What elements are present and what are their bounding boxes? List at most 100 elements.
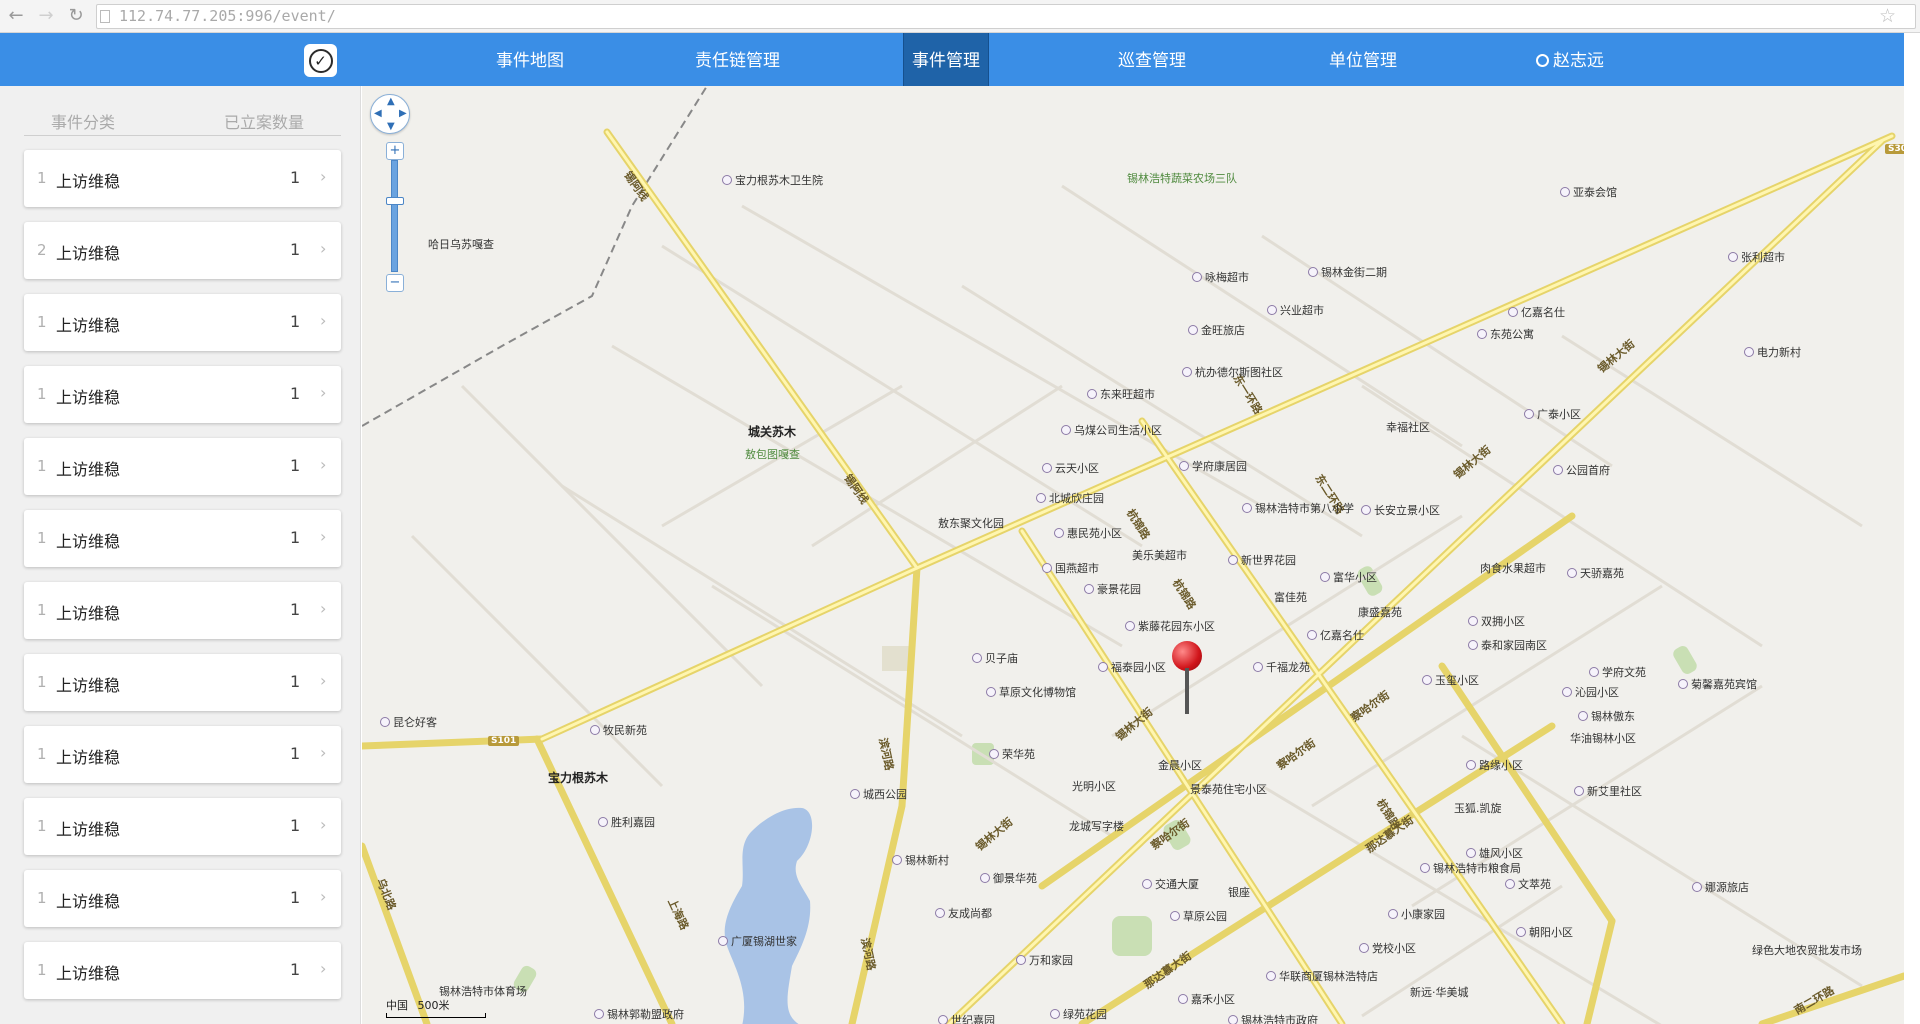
- map-poi-label[interactable]: 文萃苑: [1505, 878, 1551, 891]
- map-poi-label[interactable]: 菊馨嘉苑宾馆: [1678, 678, 1757, 691]
- map-poi-label[interactable]: 城西公园: [850, 788, 907, 801]
- map-poi-label[interactable]: 胜利嘉园: [598, 816, 655, 829]
- pan-up-icon[interactable]: ▲: [387, 96, 395, 107]
- map-poi-label[interactable]: 云天小区: [1042, 462, 1099, 475]
- map-poi-label[interactable]: 天骄嘉苑: [1567, 567, 1624, 580]
- map-poi-label[interactable]: 贝子庙: [972, 652, 1018, 665]
- map-poi-label[interactable]: 乌煤公司生活小区: [1061, 424, 1162, 437]
- map-poi-label[interactable]: 光明小区: [1072, 780, 1116, 793]
- category-row[interactable]: 1 上访维稳 1 ›: [24, 942, 341, 999]
- map-poi-label[interactable]: 新世界花园: [1228, 554, 1296, 567]
- map-poi-label[interactable]: 党校小区: [1359, 942, 1416, 955]
- map-poi-label[interactable]: 兴业超市: [1267, 304, 1324, 317]
- app-logo[interactable]: ✓: [304, 44, 337, 77]
- map-poi-label[interactable]: 宝力根苏木: [548, 772, 608, 785]
- pan-control[interactable]: ▲ ▼ ◀ ▶: [370, 94, 410, 134]
- pan-down-icon[interactable]: ▼: [387, 121, 395, 132]
- nav-patrol-management[interactable]: 巡查管理: [1107, 33, 1197, 86]
- map-poi-label[interactable]: 锡林新村: [892, 854, 949, 867]
- map-poi-label[interactable]: 敖包图嘎查: [745, 448, 800, 461]
- map-poi-label[interactable]: 金晨小区: [1158, 759, 1202, 772]
- map-poi-label[interactable]: 泰和家园南区: [1468, 639, 1547, 652]
- category-row[interactable]: 1 上访维稳 1 ›: [24, 798, 341, 855]
- map-poi-label[interactable]: 锡林浩特市政府: [1228, 1014, 1318, 1024]
- map-poi-label[interactable]: 公园首府: [1553, 464, 1610, 477]
- map-poi-label[interactable]: 咏梅超市: [1192, 271, 1249, 284]
- map-poi-label[interactable]: 富佳苑: [1274, 591, 1307, 604]
- map-poi-label[interactable]: 世纪嘉园: [938, 1014, 995, 1024]
- category-row[interactable]: 1 上访维稳 1 ›: [24, 726, 341, 783]
- map-poi-label[interactable]: 美乐美超市: [1132, 549, 1187, 562]
- category-row[interactable]: 1 上访维稳 1 ›: [24, 294, 341, 351]
- pan-right-icon[interactable]: ▶: [399, 108, 407, 119]
- map-poi-label[interactable]: 绿色大地农贸批发市场: [1752, 944, 1862, 957]
- zoom-slider-handle[interactable]: [386, 197, 404, 205]
- map-poi-label[interactable]: 城关苏木: [748, 426, 796, 439]
- category-row[interactable]: 1 上访维稳 1 ›: [24, 870, 341, 927]
- category-row[interactable]: 1 上访维稳 1 ›: [24, 438, 341, 495]
- nav-event-management[interactable]: 事件管理: [903, 33, 989, 86]
- map-poi-label[interactable]: 沁园小区: [1562, 686, 1619, 699]
- bookmark-star-icon[interactable]: ☆: [1879, 5, 1896, 27]
- map-poi-label[interactable]: 亚泰会馆: [1560, 186, 1617, 199]
- category-row[interactable]: 1 上访维稳 1 ›: [24, 654, 341, 711]
- map-poi-label[interactable]: 杭办德尔斯图社区: [1182, 366, 1283, 379]
- zoom-out-button[interactable]: −: [386, 274, 404, 292]
- map-poi-label[interactable]: 华油锡林小区: [1570, 732, 1636, 745]
- map-poi-label[interactable]: 锡林浩特市第八小学: [1242, 502, 1354, 515]
- map-poi-label[interactable]: 东苑公寓: [1477, 328, 1534, 341]
- map-poi-label[interactable]: 雄风小区: [1466, 847, 1523, 860]
- map-poi-label[interactable]: 路缘小区: [1466, 759, 1523, 772]
- category-row[interactable]: 2 上访维稳 1 ›: [24, 222, 341, 279]
- map-poi-label[interactable]: 哈日乌苏嘎查: [428, 238, 494, 251]
- map-poi-label[interactable]: 锡林金街二期: [1308, 266, 1387, 279]
- map-poi-label[interactable]: 龙城写字楼: [1069, 820, 1124, 833]
- map-poi-label[interactable]: 北城欣庄园: [1036, 492, 1104, 505]
- back-icon[interactable]: ←: [4, 4, 28, 28]
- map-poi-label[interactable]: 小康家园: [1388, 908, 1445, 921]
- category-row[interactable]: 1 上访维稳 1 ›: [24, 366, 341, 423]
- map-poi-label[interactable]: 新远·华美城: [1410, 986, 1469, 999]
- forward-icon[interactable]: →: [34, 4, 58, 28]
- map-poi-label[interactable]: 豪景花园: [1084, 583, 1141, 596]
- map-poi-label[interactable]: 华联商厦锡林浩特店: [1266, 970, 1378, 983]
- map-poi-label[interactable]: 学府文苑: [1589, 666, 1646, 679]
- map-poi-label[interactable]: 亿嘉名仕: [1508, 306, 1565, 319]
- map-poi-label[interactable]: 紫藤花园东小区: [1125, 620, 1215, 633]
- map-poi-label[interactable]: 敖东聚文化园: [938, 517, 1004, 530]
- nav-event-map[interactable]: 事件地图: [485, 33, 575, 86]
- map-poi-label[interactable]: 东来旺超市: [1087, 388, 1155, 401]
- map-poi-label[interactable]: 康盛嘉苑: [1358, 606, 1402, 619]
- nav-unit-management[interactable]: 单位管理: [1318, 33, 1408, 86]
- map-poi-label[interactable]: 锡林郭勒盟政府: [594, 1008, 684, 1021]
- category-row[interactable]: 1 上访维稳 1 ›: [24, 510, 341, 567]
- map-poi-label[interactable]: 牧民新苑: [590, 724, 647, 737]
- map-poi-label[interactable]: 锡林傲东: [1578, 710, 1635, 723]
- map-poi-label[interactable]: 锡林浩特市粮食局: [1420, 862, 1521, 875]
- nav-responsibility-chain[interactable]: 责任链管理: [685, 33, 790, 86]
- address-bar[interactable]: 112.74.77.205:996/event/: [96, 4, 1916, 29]
- map-poi-label[interactable]: 玉狐.凯旋: [1454, 802, 1502, 815]
- map-poi-label[interactable]: 亿嘉名仕: [1307, 629, 1364, 642]
- zoom-slider[interactable]: [386, 160, 404, 272]
- map-view[interactable]: 锡阿线 锡阿线 锡林大街 锡林大街 锡林大街 锡林大街 那达慕大街 那达慕大街 …: [362, 86, 1904, 1024]
- map-poi-label[interactable]: 昆仑好客: [380, 716, 437, 729]
- map-poi-label[interactable]: 电力新村: [1744, 346, 1801, 359]
- map-poi-label[interactable]: 富华小区: [1320, 571, 1377, 584]
- map-poi-label[interactable]: 金旺旅店: [1188, 324, 1245, 337]
- map-poi-label[interactable]: 友成尚都: [935, 907, 992, 920]
- zoom-in-button[interactable]: +: [386, 142, 404, 160]
- map-poi-label[interactable]: 荣华苑: [989, 748, 1035, 761]
- map-poi-label[interactable]: 幸福社区: [1386, 421, 1430, 434]
- category-row[interactable]: 1 上访维稳 1 ›: [24, 582, 341, 639]
- map-poi-label[interactable]: 绿苑花园: [1050, 1008, 1107, 1021]
- map-poi-label[interactable]: 锡林浩特蔬菜农场三队: [1127, 172, 1237, 185]
- map-poi-label[interactable]: 御景华苑: [980, 872, 1037, 885]
- map-poi-label[interactable]: 双拥小区: [1468, 615, 1525, 628]
- map-poi-label[interactable]: 千福龙苑: [1253, 661, 1310, 674]
- category-row[interactable]: 1 上访维稳 1 ›: [24, 150, 341, 207]
- map-poi-label[interactable]: 长安立景小区: [1361, 504, 1440, 517]
- map-poi-label[interactable]: 国燕超市: [1042, 562, 1099, 575]
- map-poi-label[interactable]: 福泰园小区: [1098, 661, 1166, 674]
- map-poi-label[interactable]: 交通大厦: [1142, 878, 1199, 891]
